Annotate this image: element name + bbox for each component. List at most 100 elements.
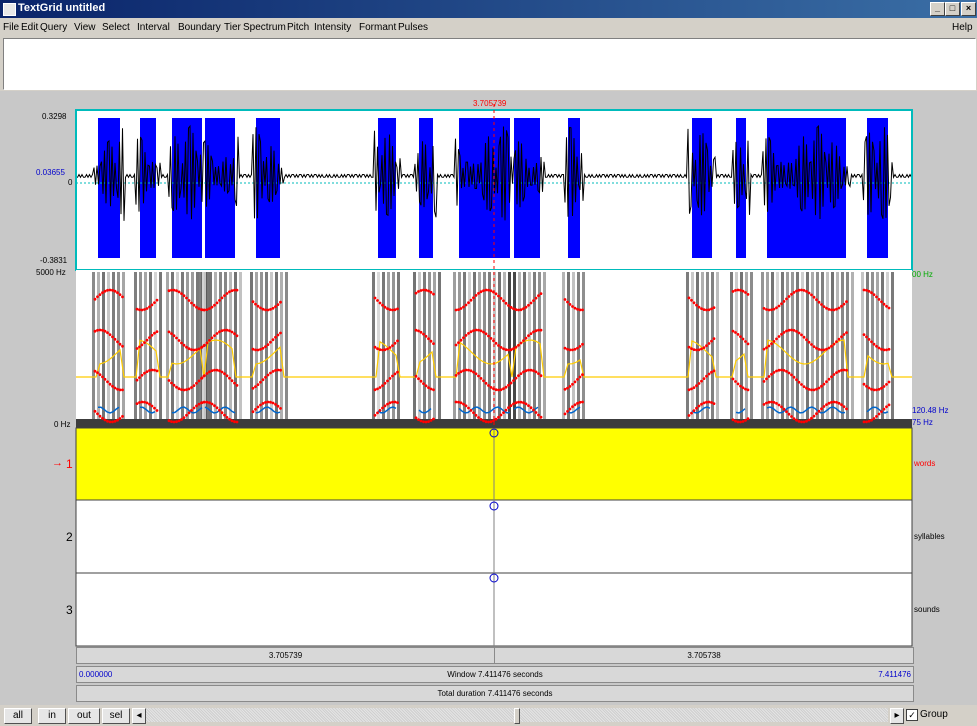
spectrogram-column	[801, 272, 804, 422]
zoom-in-button[interactable]: in	[38, 708, 66, 724]
formant-dot	[228, 417, 231, 421]
formant-dot	[877, 387, 881, 391]
tier-1-name: words	[914, 459, 936, 468]
formant-dot	[517, 400, 520, 404]
formant-dot	[210, 305, 214, 309]
formant-dot	[734, 380, 737, 383]
zoom-out-button[interactable]: out	[68, 708, 100, 724]
spectrogram-column	[786, 272, 789, 422]
formant-dot	[865, 288, 868, 292]
formant-dot	[797, 288, 801, 292]
formant-dot	[744, 291, 747, 294]
formant-dot	[820, 407, 823, 411]
formant-dot	[422, 382, 425, 385]
formant-dot	[108, 333, 112, 336]
formant-dot	[825, 306, 828, 310]
formant-dot	[203, 374, 206, 377]
formant-dot	[865, 420, 868, 424]
total-duration-row[interactable]: Total duration 7.411476 seconds	[76, 685, 914, 702]
formant-dot	[882, 348, 886, 352]
formant-dot	[734, 289, 737, 292]
formant-dot	[225, 328, 229, 332]
scroll-left-icon: ◂	[136, 710, 142, 721]
window-nav-row[interactable]: 0.000000 Window 7.411476 seconds 7.41147…	[76, 666, 914, 683]
formant-dot	[519, 308, 523, 312]
formant-dot	[772, 371, 776, 374]
formant-dot	[422, 420, 425, 424]
zoom-all-button[interactable]: all	[4, 708, 32, 724]
formant-dot	[477, 328, 480, 332]
spectrogram-column	[891, 272, 894, 422]
formant-dot	[175, 289, 178, 293]
formant-dot	[534, 329, 538, 333]
formant-dot	[782, 407, 786, 411]
formant-dot	[581, 373, 584, 377]
formant-dot	[274, 305, 277, 308]
formant-dot	[185, 388, 188, 392]
formant-dot	[494, 388, 498, 392]
formant-dot	[695, 348, 698, 352]
selection-block	[767, 118, 846, 258]
formant-dot	[731, 329, 735, 333]
formant-dot	[429, 290, 433, 294]
formant-dot	[98, 293, 102, 296]
formant-dot	[101, 328, 104, 332]
formant-dot	[200, 401, 204, 404]
scrollbar-thumb[interactable]	[514, 708, 520, 724]
scroll-right-button[interactable]: ▸	[890, 708, 904, 724]
formant-dot	[568, 348, 572, 352]
formant-dot	[482, 379, 485, 383]
tier-1-marker: →	[52, 457, 63, 469]
formant-dot	[172, 334, 176, 338]
formant-dot	[504, 408, 508, 412]
formant-dot	[203, 308, 206, 312]
formant-dot	[414, 291, 418, 295]
formant-dot	[777, 368, 781, 372]
formant-dot	[422, 332, 425, 336]
formant-dot	[469, 369, 473, 373]
formant-dot	[182, 416, 186, 419]
left-interval-button[interactable]: 3.705739	[77, 648, 495, 663]
zoom-selection-button[interactable]: sel	[102, 708, 130, 724]
formant-dot	[865, 335, 868, 339]
formant-dot	[882, 385, 886, 388]
spectrogram-column	[771, 272, 774, 422]
formant-dot	[532, 408, 535, 412]
formant-dot	[177, 339, 181, 342]
formant-dot	[118, 417, 122, 420]
formant-dot	[393, 372, 397, 376]
formant-dot	[870, 418, 873, 422]
formant-dot	[140, 373, 144, 377]
formant-dot	[138, 308, 141, 312]
formant-dot	[424, 334, 428, 338]
formant-dot	[145, 401, 149, 405]
group-checkbox[interactable]: ✓	[906, 709, 918, 721]
formant-dot	[167, 289, 171, 293]
formant-dot	[512, 379, 515, 382]
scroll-left-button[interactable]: ◂	[132, 708, 146, 724]
spectrogram-column	[886, 272, 889, 422]
formant-dot	[213, 303, 216, 307]
spectrogram-column	[740, 272, 743, 422]
formant-dot	[279, 300, 282, 304]
formant-dot	[519, 341, 523, 345]
formant-dot	[477, 416, 480, 419]
right-interval-button[interactable]: 3.705738	[495, 648, 913, 663]
formant-dot	[692, 386, 696, 389]
formant-dot	[462, 305, 465, 309]
formant-dot	[842, 405, 846, 408]
formant-dot	[532, 299, 535, 302]
formant-dot	[566, 386, 569, 390]
formant-dot	[489, 420, 493, 424]
formant-dot	[770, 308, 773, 312]
formant-dot	[121, 388, 124, 392]
formant-dot	[832, 373, 836, 376]
formant-dot	[474, 294, 478, 297]
formant-dot	[812, 345, 816, 348]
formant-dot	[213, 404, 216, 408]
formant-dot	[702, 308, 706, 311]
formant-dot	[256, 383, 260, 386]
spectrogram-column	[821, 272, 824, 422]
formant-dot	[578, 345, 582, 348]
formant-dot	[822, 348, 826, 352]
